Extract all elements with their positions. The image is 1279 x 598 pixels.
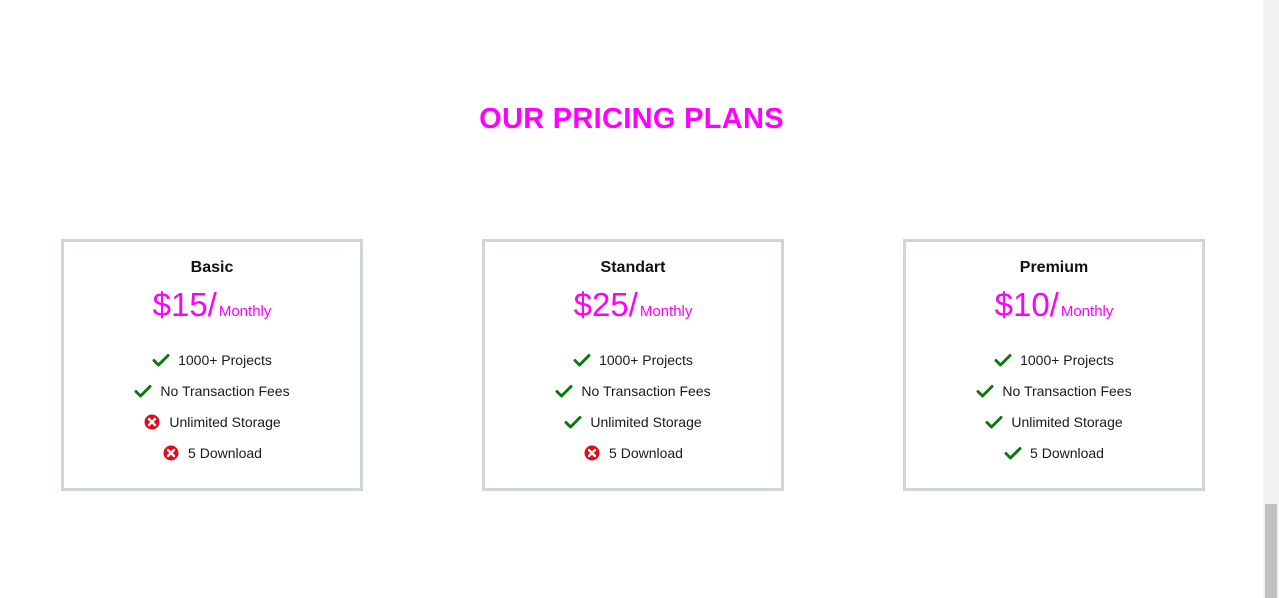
cross-circle-icon (583, 444, 601, 462)
feature-label: 5 Download (1030, 444, 1104, 461)
scrollbar-thumb[interactable] (1265, 504, 1277, 598)
feature-label: No Transaction Fees (1002, 382, 1132, 399)
plan-name: Premium (1019, 259, 1089, 276)
feature-item: Unlimited Storage (906, 406, 1202, 437)
check-icon (985, 413, 1003, 431)
check-icon (152, 351, 170, 369)
feature-item: 1000+ Projects (906, 344, 1202, 375)
feature-item: No Transaction Fees (906, 375, 1202, 406)
plan-period: Monthly (218, 303, 272, 320)
check-icon (976, 382, 994, 400)
feature-label: Unlimited Storage (169, 413, 281, 430)
check-icon (994, 351, 1012, 369)
feature-list: 1000+ Projects No Transaction Fees Unlim… (906, 344, 1202, 468)
feature-item: 5 Download (906, 437, 1202, 468)
cross-circle-icon (162, 444, 180, 462)
feature-item: 1000+ Projects (64, 344, 360, 375)
pricing-card-standart: Standart $25/ Monthly 1000+ Projects No … (482, 239, 784, 491)
plan-price: $25/ (573, 286, 638, 323)
check-icon (564, 413, 582, 431)
plan-period: Monthly (639, 303, 693, 320)
plan-price: $15/ (152, 286, 217, 323)
feature-label: Unlimited Storage (590, 413, 702, 430)
plan-name: Basic (190, 259, 234, 276)
plan-name: Standart (600, 259, 666, 276)
feature-item: Unlimited Storage (485, 406, 781, 437)
check-icon (555, 382, 573, 400)
cross-circle-icon (143, 413, 161, 431)
plan-price: $10/ (994, 286, 1059, 323)
feature-item: 5 Download (64, 437, 360, 468)
pricing-card-premium: Premium $10/ Monthly 1000+ Projects No T… (903, 239, 1205, 491)
vertical-scrollbar[interactable] (1263, 0, 1279, 598)
feature-label: Unlimited Storage (1011, 413, 1123, 430)
feature-label: No Transaction Fees (581, 382, 711, 399)
check-icon (573, 351, 591, 369)
section-title: OUR PRICING PLANS (479, 103, 784, 135)
feature-item: No Transaction Fees (64, 375, 360, 406)
feature-item: 5 Download (485, 437, 781, 468)
feature-label: 1000+ Projects (178, 351, 272, 368)
feature-label: 1000+ Projects (599, 351, 693, 368)
price-row: $10/ Monthly (906, 285, 1202, 325)
check-icon (1004, 444, 1022, 462)
feature-list: 1000+ Projects No Transaction Fees Unlim… (64, 344, 360, 468)
feature-item: 1000+ Projects (485, 344, 781, 375)
price-row: $15/ Monthly (64, 285, 360, 325)
feature-label: 5 Download (188, 444, 262, 461)
price-row: $25/ Monthly (485, 285, 781, 325)
feature-item: No Transaction Fees (485, 375, 781, 406)
check-icon (134, 382, 152, 400)
feature-label: No Transaction Fees (160, 382, 290, 399)
feature-label: 5 Download (609, 444, 683, 461)
pricing-card-basic: Basic $15/ Monthly 1000+ Projects No Tra… (61, 239, 363, 491)
plan-period: Monthly (1060, 303, 1114, 320)
feature-list: 1000+ Projects No Transaction Fees Unlim… (485, 344, 781, 468)
pricing-page: OUR PRICING PLANS Basic $15/ Monthly 100… (0, 0, 1279, 598)
feature-label: 1000+ Projects (1020, 351, 1114, 368)
feature-item: Unlimited Storage (64, 406, 360, 437)
